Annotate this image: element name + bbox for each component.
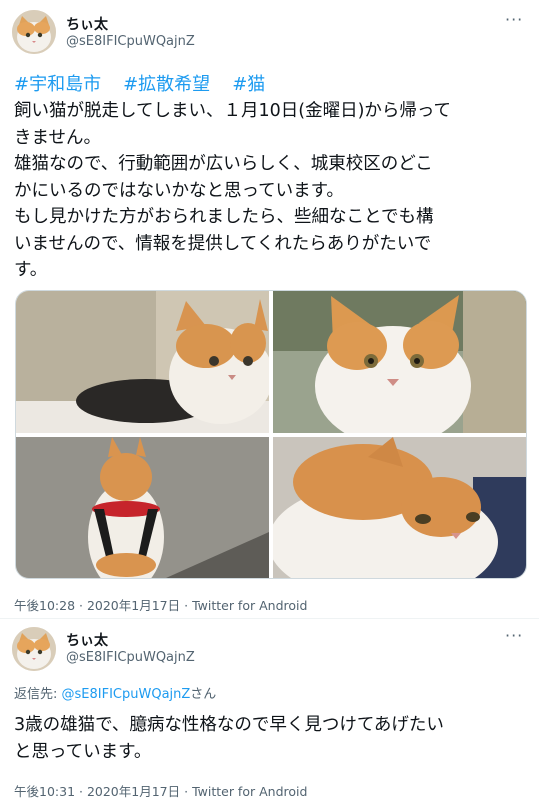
reply-to-label: 返信先: [14,687,62,702]
avatar[interactable] [12,10,56,54]
tweet-text: 飼い猫が脱走してしまい、１月10日(金曜日)から帰って きません。 雄猫なので、… [14,98,529,284]
cat-avatar-image [12,10,56,54]
more-dots-icon[interactable]: ··· [505,626,523,645]
tweet-text-line: 3歳の雄猫で、臆病な性格なので早く見つけてあげたい [14,715,444,735]
reply-text: 3歳の雄猫で、臆病な性格なので早く見つけてあげたい と思っています。 [14,712,529,765]
meta-separator: · [184,598,193,613]
tweet-text-line: もし見かけた方がおられましたら、些細なことでも構 [14,207,434,227]
reply-mention-link[interactable]: @sE8IFICpuWQajnZ [62,687,191,702]
meta-separator: · [184,784,193,799]
cat-photo-image [273,437,526,578]
cat-photo-image [16,437,269,578]
hashtag-link[interactable]: #猫 [232,74,265,95]
reply-to-line: 返信先: @sE8IFICpuWQajnZさん [14,683,216,702]
tweet-text-line: 雄猫なので、行動範囲が広いらしく、城東校区のどこ [14,154,433,174]
photo-3[interactable] [16,437,269,578]
cat-photo-image [273,291,526,433]
avatar[interactable] [12,627,56,671]
photo-1[interactable] [16,291,269,433]
photo-2[interactable] [273,291,526,433]
display-name[interactable]: ちぃ太 [66,14,108,34]
hashtag-link[interactable]: #拡散希望 [123,74,210,95]
tweet-text-line: きません。 [14,127,101,148]
tweet-text-line: と思っています。 [14,741,152,762]
cat-avatar-image [12,627,56,671]
tweet-main: ちぃ太 @sE8IFICpuWQajnZ ··· #宇和島市 #拡散希望 #猫 飼い… [0,0,539,620]
user-handle[interactable]: @sE8IFICpuWQajnZ [66,650,195,665]
tweet-source[interactable]: Twitter for Android [192,784,307,799]
user-handle[interactable]: @sE8IFICpuWQajnZ [66,34,195,49]
tweet-divider [0,618,539,619]
hashtag-link[interactable]: #宇和島市 [14,74,101,95]
tweet-text-line: かにいるのではないかなと思っています。 [14,180,344,201]
tweet-meta: 午後10:28 · 2020年1月17日 · Twitter for Andro… [14,595,307,614]
reply-to-suffix: さん [190,687,217,702]
tweet-text-line: 飼い猫が脱走してしまい、１月10日(金曜日)から帰って [14,101,452,121]
photo-4[interactable] [273,437,526,578]
tweet-meta: 午後10:31 · 2020年1月17日 · Twitter for Andro… [14,781,307,800]
cat-photo-image [16,291,269,433]
more-dots-icon[interactable]: ··· [505,10,523,29]
tweet-text-line: す。 [14,260,48,280]
tweet-source[interactable]: Twitter for Android [192,598,307,613]
tweet-text-line: いませんので、情報を提供してくれたらありがたいで [14,233,432,254]
hashtag-list: #宇和島市 #拡散希望 #猫 [14,70,287,96]
tweet-timestamp[interactable]: 午後10:31 · 2020年1月17日 [14,784,180,799]
photo-grid [15,290,527,579]
tweet-timestamp[interactable]: 午後10:28 · 2020年1月17日 [14,598,180,613]
display-name[interactable]: ちぃ太 [66,630,108,650]
